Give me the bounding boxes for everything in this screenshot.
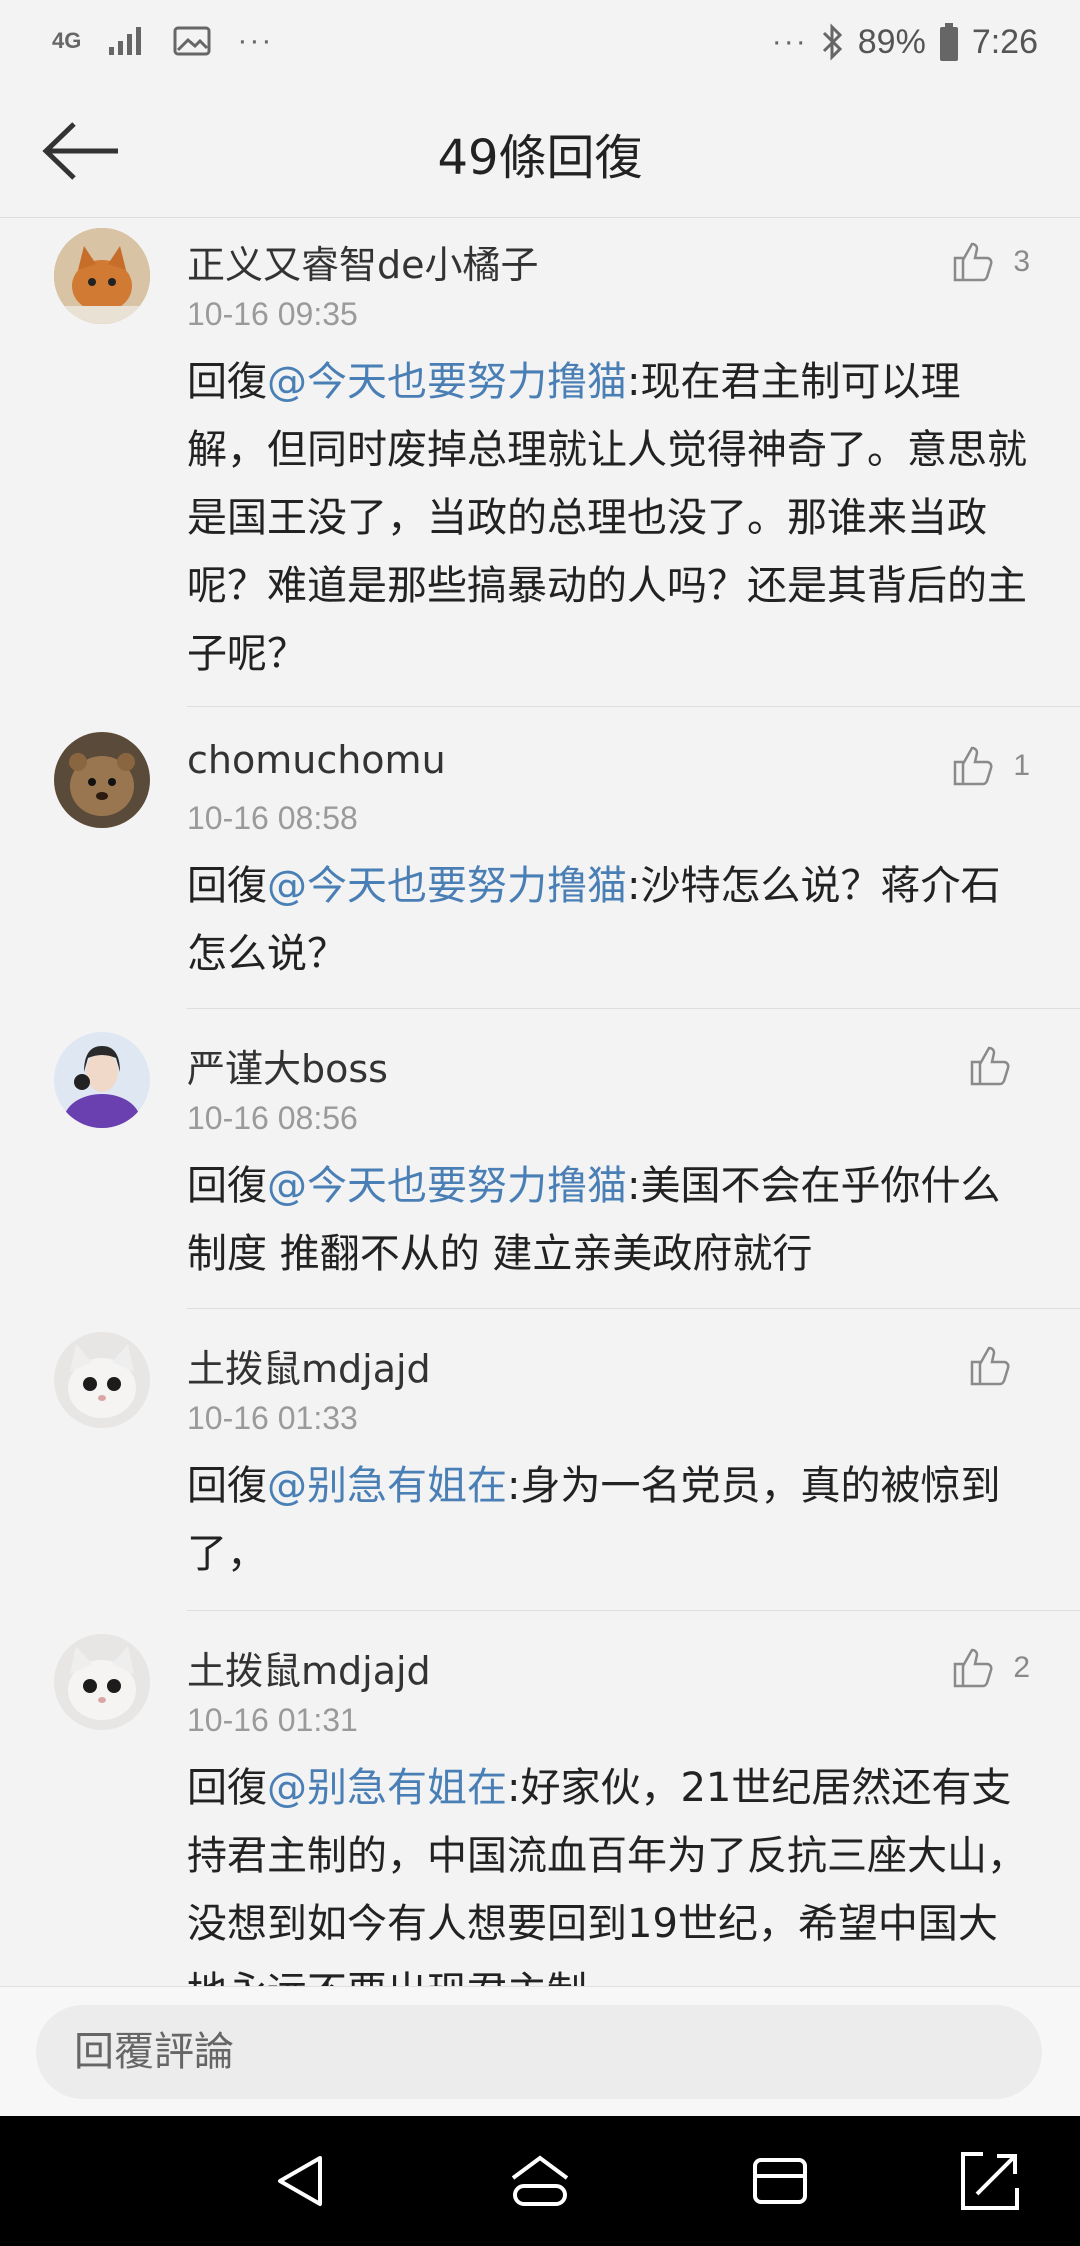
reply-prefix: 回復 — [187, 1163, 267, 1209]
comment-item: chomuchomu 10-16 08:58 1 回復@今天也要努力撸猫:沙特怎… — [0, 708, 1080, 1010]
username[interactable]: 土拨鼠mdjajd — [187, 1640, 431, 1695]
like-count: 2 — [1013, 1651, 1030, 1684]
like-button[interactable]: 2 — [949, 1644, 1030, 1692]
thumbs-up-icon — [970, 1046, 1010, 1086]
expand-icon — [961, 2152, 1019, 2210]
reply-bar: 回覆評論 — [0, 1986, 1080, 2116]
signal-icon — [109, 27, 142, 55]
like-button[interactable]: 3 — [949, 238, 1030, 286]
comment-list[interactable]: 正义又睿智de小橘子 10-16 09:35 3 回復@今天也要努力撸猫:现在君… — [0, 218, 1080, 1986]
avatar[interactable] — [54, 732, 150, 828]
divider — [187, 706, 1080, 707]
page-title: 49條回復 — [437, 130, 643, 186]
avatar[interactable] — [54, 1332, 150, 1428]
comment-date: 10-16 08:56 — [187, 1100, 358, 1136]
nav-expand-button[interactable] — [955, 2146, 1025, 2216]
system-nav-bar — [0, 2116, 1080, 2246]
comment-date: 10-16 08:58 — [187, 800, 358, 836]
username[interactable]: chomuchomu — [187, 738, 446, 782]
comment-text: 回復@今天也要努力撸猫:沙特怎么说？蒋介石怎么说？ — [187, 852, 1032, 988]
mention-link[interactable]: @别急有姐在 — [267, 1463, 507, 1509]
reply-prefix: 回復 — [187, 1463, 267, 1509]
comment-content: :现在君主制可以理解，但同时废掉总理就让人觉得神奇了。意思就是国王没了，当政的总… — [187, 359, 1027, 677]
username[interactable]: 正义又睿智de小橘子 — [187, 234, 539, 289]
like-button[interactable]: 1 — [949, 742, 1030, 790]
avatar[interactable] — [54, 228, 150, 324]
orange-cat-avatar-icon — [54, 228, 150, 324]
mention-link[interactable]: @今天也要努力撸猫 — [267, 359, 627, 405]
divider — [187, 1308, 1080, 1309]
more-status-icon: ··· — [771, 25, 808, 58]
more-notifications-icon: ··· — [237, 24, 274, 57]
comment-date: 10-16 09:35 — [187, 296, 358, 332]
comment-text: 回復@别急有姐在:好家伙，21世纪居然还有支持君主制的，中国流血百年为了反抗三座… — [187, 1754, 1032, 1986]
triangle-back-icon — [278, 2156, 322, 2206]
mention-link[interactable]: @今天也要努力撸猫 — [267, 863, 627, 909]
battery-icon — [939, 23, 958, 61]
comment-text: 回復@今天也要努力撸猫:现在君主制可以理解，但同时废掉总理就让人觉得神奇了。意思… — [187, 348, 1032, 688]
divider — [187, 1610, 1080, 1611]
reply-input[interactable]: 回覆評論 — [36, 2005, 1042, 2099]
clock: 7:26 — [971, 22, 1038, 61]
status-bar: 4G ··· ··· 89% 7:26 — [0, 0, 1080, 88]
thumbs-up-icon — [970, 1346, 1010, 1386]
white-cat-avatar-icon — [54, 1634, 150, 1730]
reply-prefix: 回復 — [187, 1765, 267, 1811]
comment-item: 土拨鼠mdjajd 10-16 01:31 2 回復@别急有姐在:好家伙，21世… — [0, 1612, 1080, 1986]
username[interactable]: 土拨鼠mdjajd — [187, 1338, 431, 1393]
home-icon — [511, 2155, 569, 2206]
network-type: 4G — [52, 28, 82, 53]
like-button[interactable] — [966, 1042, 1030, 1090]
like-button[interactable] — [966, 1342, 1030, 1390]
comment-item: 土拨鼠mdjajd 10-16 01:33 回復@别急有姐在:身为一名党员，真的… — [0, 1310, 1080, 1612]
comment-item: 正义又睿智de小橘子 10-16 09:35 3 回復@今天也要努力撸猫:现在君… — [0, 218, 1080, 708]
thumbs-up-icon — [954, 746, 993, 786]
nav-recents-button[interactable] — [745, 2146, 815, 2216]
image-icon — [173, 26, 211, 56]
thumbs-up-icon — [954, 1648, 993, 1688]
reply-prefix: 回復 — [187, 359, 267, 405]
bluetooth-icon — [822, 23, 842, 61]
reply-prefix: 回復 — [187, 863, 267, 909]
thumbs-up-icon — [954, 242, 993, 282]
white-cat-avatar-icon — [54, 1332, 150, 1428]
divider — [187, 1008, 1080, 1009]
mention-link[interactable]: @今天也要努力撸猫 — [267, 1163, 627, 1209]
avatar[interactable] — [54, 1032, 150, 1128]
comment-text: 回復@别急有姐在:身为一名党员，真的被惊到了， — [187, 1452, 1032, 1588]
nav-back-button[interactable] — [268, 2146, 338, 2216]
page-header: 49條回復 — [0, 88, 1080, 218]
comment-date: 10-16 01:31 — [187, 1702, 358, 1738]
girl-purple-avatar-icon — [54, 1032, 150, 1128]
mention-link[interactable]: @别急有姐在 — [267, 1765, 507, 1811]
avatar[interactable] — [54, 1634, 150, 1730]
battery-percent: 89% — [857, 22, 926, 61]
comment-item: 严谨大boss 10-16 08:56 回復@今天也要努力撸猫:美国不会在乎你什… — [0, 1010, 1080, 1310]
recents-icon — [753, 2158, 807, 2204]
like-count: 1 — [1013, 749, 1030, 782]
nav-home-button[interactable] — [505, 2146, 575, 2216]
username[interactable]: 严谨大boss — [187, 1038, 388, 1093]
comment-date: 10-16 01:33 — [187, 1400, 358, 1436]
like-count: 3 — [1013, 245, 1030, 278]
comment-text: 回復@今天也要努力撸猫:美国不会在乎你什么制度 推翻不从的 建立亲美政府就行 — [187, 1152, 1032, 1288]
quokka-avatar-icon — [54, 732, 150, 828]
